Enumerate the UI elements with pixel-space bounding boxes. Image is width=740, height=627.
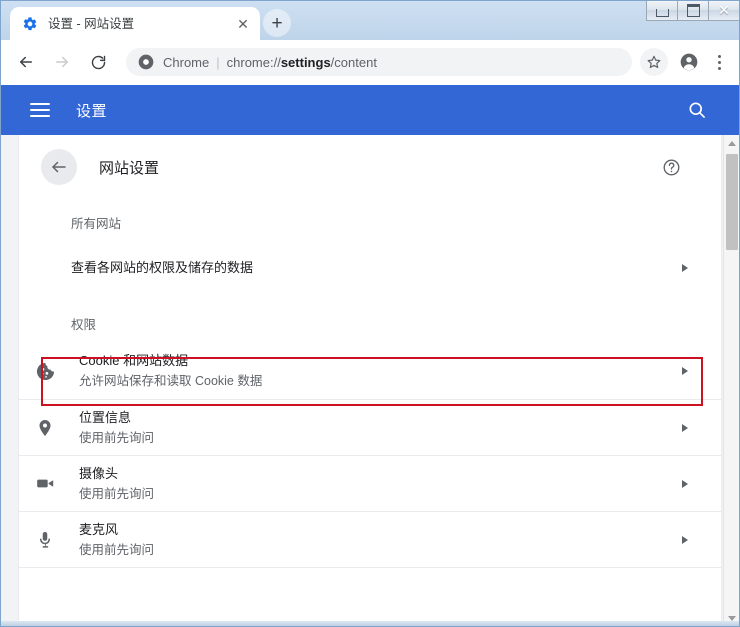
tab-title: 设置 - 网站设置 xyxy=(48,16,234,32)
minimize-button[interactable] xyxy=(646,0,678,21)
window-bottom-edge xyxy=(0,621,740,627)
menu-dot xyxy=(718,61,721,64)
help-icon[interactable] xyxy=(659,155,683,179)
omnibox-scheme-label: Chrome xyxy=(163,55,209,70)
row-title: 位置信息 xyxy=(79,409,677,427)
browser-window: 设置 - 网站设置 ✕ + ✕ xyxy=(0,0,740,627)
menu-dot xyxy=(718,67,721,70)
browser-tab[interactable]: 设置 - 网站设置 ✕ xyxy=(10,7,260,40)
microphone-icon xyxy=(33,528,57,552)
omnibox-url: chrome://settings/content xyxy=(227,55,377,70)
row-title: 查看各网站的权限及储存的数据 xyxy=(71,259,677,277)
row-text: Cookie 和网站数据 允许网站保存和读取 Cookie 数据 xyxy=(79,352,677,390)
row-title: 摄像头 xyxy=(79,465,677,483)
hamburger-line xyxy=(30,115,50,117)
row-text: 位置信息 使用前先询问 xyxy=(79,409,677,447)
row-microphone[interactable]: 麦克风 使用前先询问 xyxy=(19,511,721,567)
browser-toolbar: Chrome | chrome://settings/content xyxy=(0,40,740,85)
row-location[interactable]: 位置信息 使用前先询问 xyxy=(19,399,721,455)
close-icon: ✕ xyxy=(718,3,730,17)
location-pin-icon xyxy=(33,416,57,440)
chevron-right-icon xyxy=(677,420,693,436)
window-controls: ✕ xyxy=(647,0,740,22)
row-subtitle: 允许网站保存和读取 Cookie 数据 xyxy=(79,372,677,390)
tab-strip: 设置 - 网站设置 ✕ + ✕ xyxy=(0,0,740,40)
close-icon[interactable]: ✕ xyxy=(234,15,252,33)
settings-header-bar: 设置 xyxy=(0,85,740,135)
chevron-right-icon xyxy=(677,260,693,276)
reload-icon[interactable] xyxy=(83,47,113,77)
hamburger-line xyxy=(30,109,50,111)
back-arrow-icon[interactable] xyxy=(41,149,77,185)
menu-dot xyxy=(718,55,721,58)
toolbar-right-actions xyxy=(640,47,732,77)
settings-page-body: 网站设置 所有网站 查看各网站的权限及储存的数据 权限 xyxy=(0,135,740,627)
scrollbar-thumb[interactable] xyxy=(726,154,738,250)
row-title: Cookie 和网站数据 xyxy=(79,352,677,370)
row-view-site-data[interactable]: 查看各网站的权限及储存的数据 xyxy=(19,242,721,294)
section-label-permissions: 权限 xyxy=(19,294,721,343)
omnibox-separator: | xyxy=(216,55,219,70)
row-subtitle: 使用前先询问 xyxy=(79,485,677,503)
chevron-right-icon xyxy=(677,476,693,492)
content-title: 网站设置 xyxy=(99,157,659,178)
row-text: 查看各网站的权限及储存的数据 xyxy=(71,259,677,277)
content-header: 网站设置 xyxy=(19,135,721,199)
omnibox[interactable]: Chrome | chrome://settings/content xyxy=(126,48,632,76)
url-suffix: /content xyxy=(331,55,377,70)
settings-card: 网站设置 所有网站 查看各网站的权限及储存的数据 权限 xyxy=(18,135,722,627)
row-title: 麦克风 xyxy=(79,521,677,539)
section-label-all-sites: 所有网站 xyxy=(19,199,721,242)
cookie-icon xyxy=(33,359,57,383)
account-avatar-icon[interactable] xyxy=(674,47,704,77)
chevron-right-icon xyxy=(677,363,693,379)
url-prefix: chrome:// xyxy=(227,55,281,70)
close-window-button[interactable]: ✕ xyxy=(708,0,740,21)
three-dot-menu-icon[interactable] xyxy=(706,47,732,77)
row-camera[interactable]: 摄像头 使用前先询问 xyxy=(19,455,721,511)
maximize-button[interactable] xyxy=(677,0,709,21)
back-arrow-icon[interactable] xyxy=(11,47,41,77)
row-text: 麦克风 使用前先询问 xyxy=(79,521,677,559)
page-scrollbar[interactable] xyxy=(723,135,740,627)
row-cookies[interactable]: Cookie 和网站数据 允许网站保存和读取 Cookie 数据 xyxy=(19,343,721,399)
row-subtitle: 使用前先询问 xyxy=(79,429,677,447)
page-title: 设置 xyxy=(76,100,684,121)
hamburger-menu-icon[interactable] xyxy=(30,98,54,122)
row-next-partial[interactable] xyxy=(19,567,721,623)
chrome-logo-icon xyxy=(138,54,154,70)
url-highlight: settings xyxy=(281,55,331,70)
scroll-up-arrow[interactable] xyxy=(724,135,740,152)
star-icon[interactable] xyxy=(640,48,668,76)
new-tab-button[interactable]: + xyxy=(263,9,291,37)
search-icon[interactable] xyxy=(684,97,710,123)
chevron-right-icon xyxy=(677,532,693,548)
gear-icon xyxy=(22,16,38,32)
row-text: 摄像头 使用前先询问 xyxy=(79,465,677,503)
hamburger-line xyxy=(30,103,50,105)
forward-arrow-icon xyxy=(47,47,77,77)
row-subtitle: 使用前先询问 xyxy=(79,541,677,559)
video-camera-icon xyxy=(33,472,57,496)
